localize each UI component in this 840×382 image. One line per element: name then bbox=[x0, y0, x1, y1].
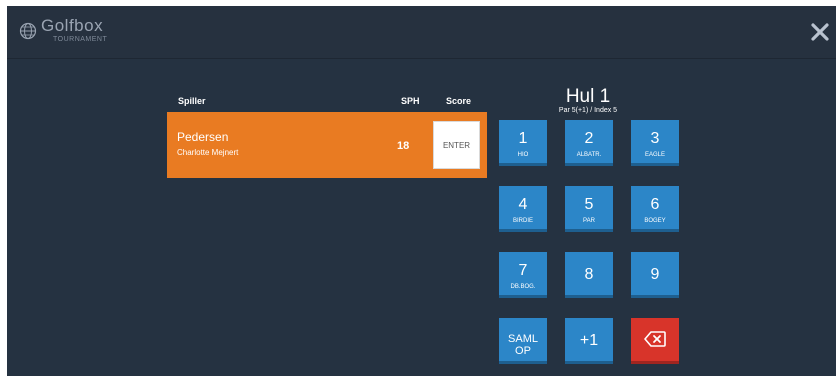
key-7-number: 7 bbox=[518, 262, 528, 279]
key-1[interactable]: 1 HIO bbox=[499, 120, 547, 166]
top-bar: Golfbox TOURNAMENT bbox=[7, 6, 836, 59]
hole-title: Hul 1 bbox=[565, 86, 611, 107]
key-7[interactable]: 7 DB.BOG. bbox=[499, 252, 547, 298]
key-4-number: 4 bbox=[518, 196, 528, 213]
key-3[interactable]: 3 EAGLE bbox=[631, 120, 679, 166]
close-icon[interactable] bbox=[808, 20, 832, 44]
key-5-label: PAR bbox=[583, 218, 595, 224]
key-8-number: 8 bbox=[584, 266, 594, 283]
collect-button[interactable]: SAML OP bbox=[499, 318, 547, 364]
key-3-label: EAGLE bbox=[644, 152, 665, 158]
player-first-name: Charlotte Mejnert bbox=[177, 148, 239, 157]
key-2[interactable]: 2 ALBATR. bbox=[565, 120, 613, 166]
app-window: Golfbox TOURNAMENT Spiller SPH Score Ped… bbox=[7, 6, 836, 376]
plus-one-label: +1 bbox=[579, 332, 599, 349]
key-4-label: BIRDIE bbox=[512, 218, 533, 224]
key-1-number: 1 bbox=[518, 130, 528, 147]
delete-button[interactable] bbox=[631, 318, 679, 364]
hole-subtitle: Par 5(+1) / Index 5 bbox=[558, 107, 618, 114]
key-8[interactable]: 8 bbox=[565, 252, 613, 298]
key-4[interactable]: 4 BIRDIE bbox=[499, 186, 547, 232]
key-1-label: HIO bbox=[517, 152, 529, 158]
key-5[interactable]: 5 PAR bbox=[565, 186, 613, 232]
key-2-label: ALBATR. bbox=[576, 152, 602, 158]
brand-name: Golfbox bbox=[41, 16, 104, 35]
key-6-number: 6 bbox=[650, 196, 660, 213]
plus-one-button[interactable]: +1 bbox=[565, 318, 613, 364]
player-row[interactable]: Pedersen Charlotte Mejnert 18 ENTER bbox=[167, 112, 487, 178]
key-6[interactable]: 6 BOGEY bbox=[631, 186, 679, 232]
key-5-number: 5 bbox=[584, 196, 594, 213]
header-score: Score bbox=[446, 96, 472, 106]
key-3-number: 3 bbox=[650, 130, 660, 147]
key-7-label: DB.BOG. bbox=[510, 284, 536, 290]
brand-subtitle: TOURNAMENT bbox=[53, 36, 108, 43]
collect-button-label: SAML OP bbox=[508, 333, 538, 357]
globe-icon bbox=[19, 22, 37, 40]
score-input[interactable]: ENTER bbox=[433, 121, 480, 169]
key-9-number: 9 bbox=[650, 266, 660, 283]
header-player: Spiller bbox=[178, 96, 206, 106]
header-sph: SPH bbox=[401, 96, 420, 106]
key-6-label: BOGEY bbox=[644, 218, 666, 224]
backspace-icon bbox=[644, 331, 666, 347]
key-2-number: 2 bbox=[584, 130, 594, 147]
player-last-name: Pedersen bbox=[177, 130, 229, 144]
player-sph: 18 bbox=[397, 140, 410, 152]
key-9[interactable]: 9 bbox=[631, 252, 679, 298]
